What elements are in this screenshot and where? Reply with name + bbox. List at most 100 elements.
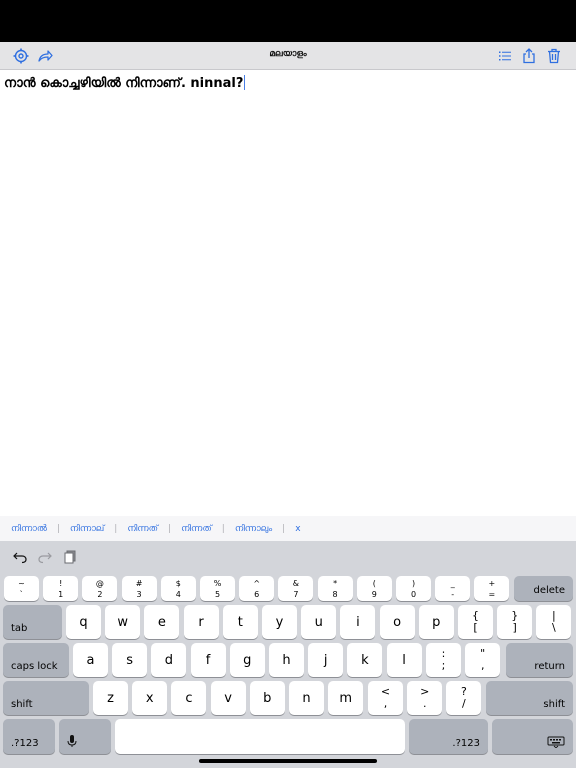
redo-icon[interactable] <box>37 549 53 565</box>
delete-key[interactable]: delete <box>514 576 573 601</box>
editor-content[interactable]: നാൻ കൊച്ചഴിയിൽ നിന്നാണ്. ninnal? <box>4 75 246 91</box>
suggestion-divider: | <box>56 523 60 534</box>
number-key[interactable]: $4 <box>160 576 196 601</box>
letter-key[interactable]: t <box>222 605 258 639</box>
symbol-key[interactable]: ", <box>465 643 501 677</box>
letter-key[interactable]: h <box>269 643 304 677</box>
letter-key[interactable]: x <box>132 681 168 715</box>
suggestion-item[interactable]: നിന്നാലും <box>235 524 272 534</box>
number-key[interactable]: % 5 <box>200 576 235 601</box>
number-key[interactable]: _ - <box>435 576 471 601</box>
number-key[interactable]: ) 0 <box>396 576 431 601</box>
suggestion-dismiss[interactable]: x <box>295 524 300 534</box>
suggestion-item[interactable]: നിന്നത് <box>181 524 212 534</box>
symbol-key[interactable]: }] <box>497 605 533 639</box>
suggestion-item[interactable]: നിന്നത് <box>127 524 158 534</box>
key-label: g <box>243 652 252 668</box>
letter-key[interactable]: z <box>93 681 128 715</box>
key-label: z <box>107 690 114 706</box>
key-label: 1 <box>58 589 64 599</box>
letter-key[interactable]: j <box>308 643 344 677</box>
letter-key[interactable]: s <box>112 643 148 677</box>
letter-key[interactable]: i <box>340 605 376 639</box>
key-shift-label: ) <box>411 578 416 588</box>
letter-key[interactable]: y <box>262 605 297 639</box>
letter-key[interactable]: q <box>66 605 101 639</box>
number-key[interactable]: ! 1 <box>43 576 79 601</box>
key-label: w <box>117 614 128 630</box>
key-shift-label: @ <box>95 578 104 588</box>
suggestion-bar: നിന്നാൽ | നിന്നാല് | നിന്നത് | നിന്നത് |… <box>0 516 576 541</box>
symbol-key[interactable]: | \ <box>536 605 572 639</box>
suggestion-item[interactable]: നിന്നാല് <box>70 524 104 534</box>
letter-key[interactable]: d <box>151 643 187 677</box>
number-key[interactable]: (9 <box>356 576 392 601</box>
numbers-key-label: .?123 <box>11 738 39 749</box>
key-label: = <box>488 589 496 599</box>
clipboard-icon[interactable] <box>62 549 78 565</box>
suggestion-divider: | <box>114 523 118 534</box>
hide-keyboard-key[interactable] <box>492 719 573 754</box>
symbol-key[interactable]: >. <box>407 681 443 715</box>
key-shift-label: * <box>333 578 338 588</box>
letter-key[interactable]: m <box>328 681 364 715</box>
letter-key[interactable]: w <box>105 605 141 639</box>
tab-key[interactable]: tab <box>3 605 62 639</box>
letter-key[interactable]: g <box>229 643 265 677</box>
dictation-key[interactable] <box>59 719 111 754</box>
key-label: 6 <box>254 589 260 599</box>
letter-key[interactable]: u <box>301 605 337 639</box>
number-key[interactable]: & 7 <box>278 576 314 601</box>
letter-key[interactable]: b <box>249 681 285 715</box>
export-icon[interactable] <box>520 47 538 65</box>
letter-key[interactable]: p <box>418 605 454 639</box>
letter-key[interactable]: l <box>386 643 422 677</box>
key-label: ` <box>19 589 24 599</box>
list-icon[interactable] <box>496 47 514 65</box>
trash-icon[interactable] <box>545 47 563 65</box>
key-label: t <box>237 614 243 630</box>
left-shift-key[interactable]: shift <box>3 681 89 715</box>
symbol-key[interactable]: ? / <box>446 681 482 715</box>
space-key[interactable] <box>115 719 405 754</box>
letter-key[interactable]: k <box>347 643 383 677</box>
symbol-key[interactable]: {[ <box>458 605 493 639</box>
letter-key[interactable]: v <box>210 681 246 715</box>
undo-icon[interactable] <box>12 549 28 565</box>
number-key[interactable]: ~ ` <box>4 576 39 601</box>
key-label: n <box>302 690 311 706</box>
editor-text-value: നാൻ കൊച്ചഴിയിൽ നിന്നാണ്. ninnal? <box>4 76 244 91</box>
key-label: s <box>126 652 134 668</box>
key-label: f <box>205 652 211 668</box>
letter-key[interactable]: e <box>144 605 180 639</box>
key-label: h <box>282 652 291 668</box>
letter-key[interactable]: a <box>73 643 108 677</box>
letter-key[interactable]: n <box>289 681 324 715</box>
number-key[interactable]: * 8 <box>317 576 353 601</box>
text-editor[interactable]: നാൻ കൊച്ചഴിയിൽ നിന്നാണ്. ninnal? <box>0 70 576 516</box>
letter-key[interactable]: f <box>190 643 226 677</box>
key-label: , <box>383 697 388 710</box>
symbol-key[interactable]: :; <box>426 643 461 677</box>
suggestion-item[interactable]: നിന്നാൽ <box>11 524 47 534</box>
number-key[interactable]: #3 <box>121 576 157 601</box>
numbers-key[interactable]: .?123 <box>3 719 55 754</box>
key-shift-label: ^ <box>253 578 261 588</box>
key-label: v <box>224 690 232 706</box>
number-key[interactable]: + = <box>474 576 510 601</box>
number-key[interactable]: @2 <box>82 576 118 601</box>
page-title: മലയാളം <box>269 49 307 59</box>
letter-key[interactable]: o <box>379 605 415 639</box>
caps-lock-key[interactable]: caps lock <box>3 643 69 677</box>
number-key[interactable]: ^ 6 <box>239 576 275 601</box>
symbol-key[interactable]: <, <box>368 681 403 715</box>
letter-key[interactable]: c <box>171 681 207 715</box>
key-label: x <box>145 690 154 706</box>
key-label: 4 <box>175 589 181 599</box>
numbers-key[interactable]: .?123 <box>409 719 488 754</box>
key-label: a <box>86 652 95 668</box>
right-shift-key[interactable]: shift <box>486 681 573 715</box>
key-label: u <box>314 614 323 630</box>
letter-key[interactable]: r <box>183 605 219 639</box>
return-key[interactable]: return <box>506 643 573 677</box>
